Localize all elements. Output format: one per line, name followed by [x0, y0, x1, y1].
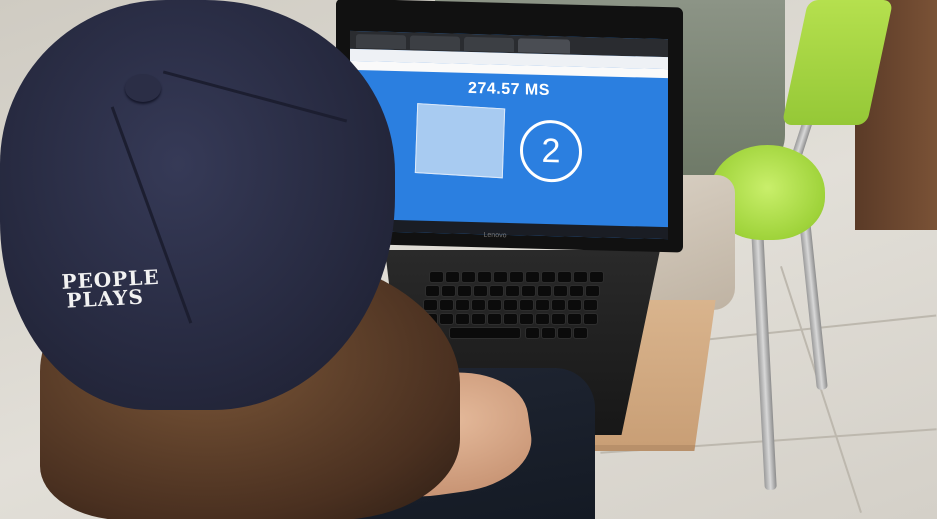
laptop-screen: 274.57 MS 2: [350, 30, 668, 240]
browser-tab[interactable]: [464, 36, 514, 53]
laptop-brand-label: Lenovo: [483, 231, 507, 240]
cap-logo: PEOPLE PLAYS: [61, 265, 173, 313]
browser-tab-active[interactable]: [518, 38, 570, 54]
browser-tab[interactable]: [410, 35, 460, 51]
browser-tab[interactable]: [356, 33, 406, 50]
countdown-circle: 2: [520, 119, 582, 183]
cap-seam: [162, 70, 348, 123]
photo-scene: 274.57 MS 2 Lenovo PEOPLE PLAYS: [0, 0, 937, 519]
baseball-cap: PEOPLE PLAYS: [0, 0, 395, 410]
cap-top-button: [125, 74, 161, 102]
reaction-target-box[interactable]: [414, 103, 506, 179]
cap-logo-line2: PLAYS: [65, 284, 145, 313]
round-indicator: [484, 186, 524, 187]
reaction-time-readout: 274.57 MS: [468, 79, 550, 100]
